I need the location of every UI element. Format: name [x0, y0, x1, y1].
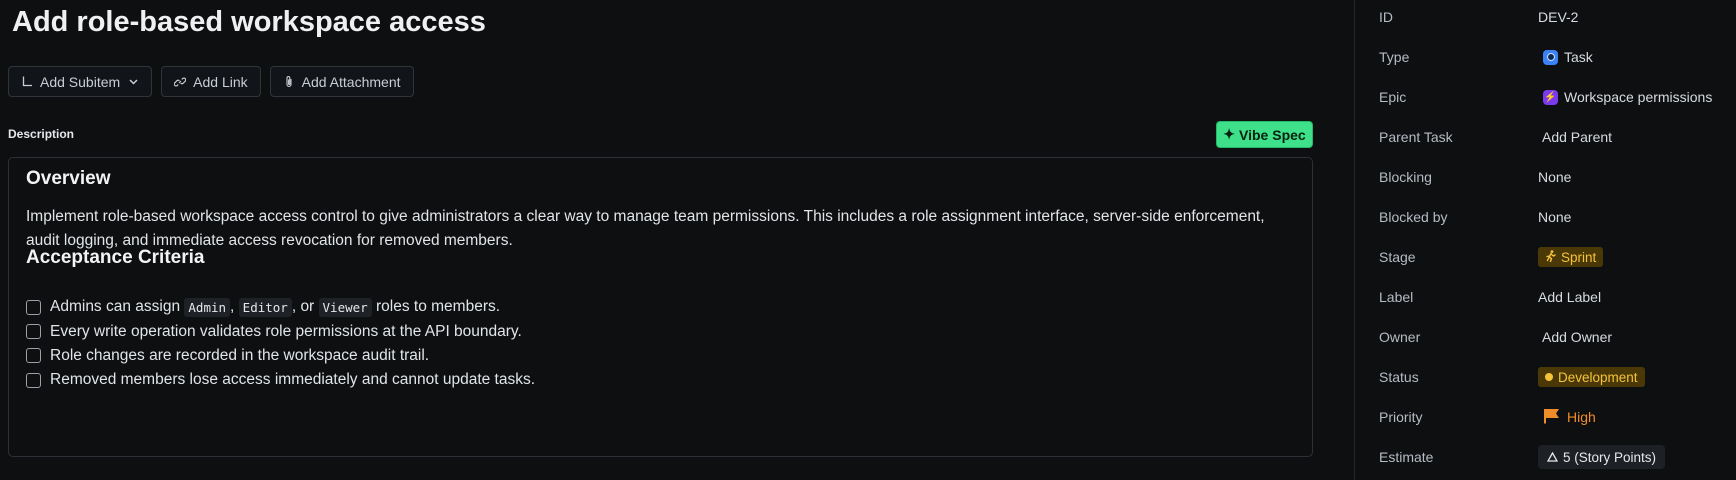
flag-icon: [1543, 408, 1561, 427]
status-badge: Development: [1538, 367, 1645, 387]
criteria-checkbox[interactable]: [26, 372, 41, 388]
chevron-down-icon: [127, 75, 139, 89]
epic-bolt-icon: ⚡: [1543, 89, 1558, 105]
type-selector[interactable]: Task: [1543, 49, 1593, 65]
criteria-text: roles to members.: [371, 298, 501, 316]
overview-heading: Overview: [26, 168, 111, 189]
paperclip-icon: [283, 75, 295, 89]
property-priority: Priority High: [1355, 397, 1736, 437]
acceptance-criteria-heading: Acceptance Criteria: [26, 247, 205, 268]
criteria-item: Admins can assign Admin , Editor , or Vi…: [26, 295, 535, 319]
property-stage: Stage Sprint: [1355, 237, 1736, 277]
task-actions: Add Subitem Add Link Add Attachment: [8, 66, 414, 97]
property-estimate: Estimate 5 (Story Points): [1355, 437, 1736, 477]
sparkle-icon: ✦: [1223, 126, 1236, 142]
stage-selector[interactable]: Sprint: [1538, 247, 1604, 267]
property-label: Blocking: [1379, 169, 1432, 185]
property-label: Estimate: [1379, 449, 1434, 465]
add-subitem-label: Add Subitem: [40, 73, 121, 90]
vibe-spec-button[interactable]: ✦ Vibe Spec: [1216, 121, 1313, 148]
role-code: Viewer: [318, 297, 372, 317]
estimate-selector[interactable]: 5 (Story Points): [1538, 445, 1666, 469]
criteria-item: Removed members lose access immediately …: [26, 368, 535, 392]
link-icon: [174, 75, 187, 89]
running-person-icon: [1545, 249, 1556, 265]
criteria-text: Removed members lose access immediately …: [50, 371, 536, 389]
add-link-button[interactable]: Add Link: [161, 66, 261, 97]
property-status: Status Development: [1355, 357, 1736, 397]
estimate-badge: 5 (Story Points): [1538, 445, 1666, 469]
task-icon: [1543, 49, 1558, 65]
add-label-button[interactable]: Add Label: [1538, 289, 1601, 305]
task-main: Add role-based workspace access Add Subi…: [0, 0, 1354, 480]
property-label: Parent Task: [1379, 129, 1453, 145]
estimate-value: 5 (Story Points): [1563, 449, 1657, 465]
criteria-checkbox[interactable]: [26, 348, 41, 364]
property-label: Type: [1379, 49, 1410, 65]
criteria-text: Admins can assign: [50, 298, 185, 316]
property-epic: Epic ⚡ Workspace permissions: [1355, 77, 1736, 117]
blocked-by-value[interactable]: None: [1538, 209, 1571, 225]
criteria-item: Role changes are recorded in the workspa…: [26, 344, 535, 368]
criteria-checkbox[interactable]: [26, 299, 41, 315]
property-label: Epic: [1379, 89, 1407, 105]
priority-value: High: [1567, 409, 1596, 425]
stage-value: Sprint: [1561, 249, 1597, 265]
add-owner-button[interactable]: Add Owner: [1542, 329, 1612, 345]
stage-badge: Sprint: [1538, 247, 1604, 267]
add-subitem-button[interactable]: Add Subitem: [8, 66, 153, 97]
task-title[interactable]: Add role-based workspace access: [12, 6, 486, 39]
description-editor[interactable]: Overview Implement role-based workspace …: [8, 157, 1313, 457]
property-type: Type Task: [1355, 37, 1736, 77]
criteria-text: Every write operation validates role per…: [50, 322, 522, 340]
property-blocked-by: Blocked by None: [1355, 197, 1736, 237]
property-label: Priority: [1379, 409, 1423, 425]
property-blocking: Blocking None: [1355, 157, 1736, 197]
criteria-text: ,: [230, 298, 239, 316]
priority-selector[interactable]: High: [1543, 408, 1596, 427]
acceptance-criteria-list: Admins can assign Admin , Editor , or Vi…: [26, 295, 535, 393]
criteria-text: Role changes are recorded in the workspa…: [50, 346, 430, 364]
properties-panel: ID DEV-2 Type Task Epic ⚡ Workspace perm…: [1355, 0, 1736, 480]
status-selector[interactable]: Development: [1538, 367, 1645, 387]
description-label: Description: [8, 127, 75, 141]
overview-text: Implement role-based workspace access co…: [26, 208, 1265, 249]
triangle-icon: [1546, 450, 1559, 465]
criteria-item: Every write operation validates role per…: [26, 319, 535, 343]
add-parent-button[interactable]: Add Parent: [1542, 129, 1612, 145]
add-link-label: Add Link: [193, 73, 248, 90]
criteria-text: , or: [291, 298, 319, 316]
epic-selector[interactable]: ⚡ Workspace permissions: [1543, 89, 1712, 105]
role-code: Admin: [184, 297, 231, 317]
subitem-icon: [21, 75, 33, 89]
property-label: Stage: [1379, 249, 1416, 265]
blocking-value[interactable]: None: [1538, 169, 1571, 185]
property-label-field: Label Add Label: [1355, 277, 1736, 317]
property-parent-task: Parent Task Add Parent: [1355, 117, 1736, 157]
property-id: ID DEV-2: [1355, 0, 1736, 37]
type-value: Task: [1564, 49, 1593, 65]
role-code: Editor: [238, 297, 292, 317]
property-label: Blocked by: [1379, 209, 1448, 225]
add-attachment-label: Add Attachment: [301, 73, 401, 90]
property-label: Owner: [1379, 329, 1421, 345]
add-attachment-button[interactable]: Add Attachment: [269, 66, 414, 97]
property-owner: Owner Add Owner: [1355, 317, 1736, 357]
property-label: Status: [1379, 369, 1419, 385]
property-label: Label: [1379, 289, 1414, 305]
epic-value: Workspace permissions: [1564, 89, 1713, 105]
vibe-spec-label: Vibe Spec: [1239, 126, 1306, 143]
task-id-value: DEV-2: [1538, 9, 1579, 25]
status-dot-icon: [1545, 373, 1553, 381]
status-value: Development: [1558, 369, 1638, 385]
criteria-checkbox[interactable]: [26, 324, 41, 340]
property-label: ID: [1379, 9, 1393, 25]
